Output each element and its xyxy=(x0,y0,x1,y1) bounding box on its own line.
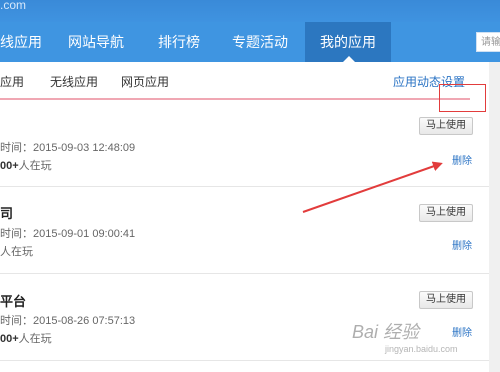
annotation-arrow-icon xyxy=(302,161,443,213)
watermark-url: jingyan.baidu.com xyxy=(385,344,458,354)
watermark-logo: Bai 经验 xyxy=(352,322,420,342)
